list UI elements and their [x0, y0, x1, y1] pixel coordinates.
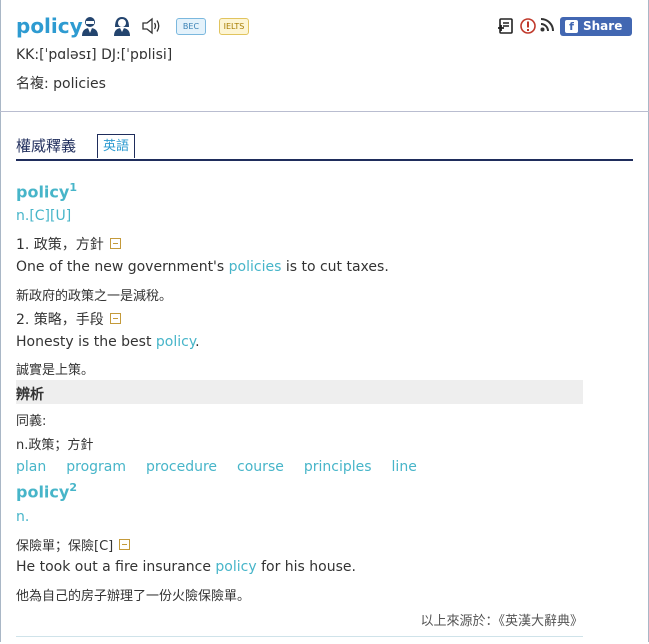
example-translation: 他為自己的房子辦理了一份火險保險單。: [16, 589, 251, 604]
bec-badge: BEC: [176, 18, 206, 35]
synonym-link[interactable]: plan: [16, 459, 46, 475]
sense-definition: 1. 政策，方針: [16, 234, 121, 254]
source-attribution: 以上來源於：《英漢大辭典》: [420, 614, 583, 629]
part-of-speech: n.[C][U]: [16, 208, 72, 224]
collapse-icon[interactable]: [109, 313, 121, 324]
headword-text: policy: [16, 182, 70, 202]
analysis-title: 辨析: [16, 387, 44, 403]
example-text: One of the new government's: [16, 259, 229, 275]
part-of-speech: n.: [16, 509, 30, 525]
add-to-wordbook-icon[interactable]: [498, 18, 514, 34]
pronunciation: KK:[ˈpɑləsɪ] DJ:[ˈpɒlisi]: [16, 47, 173, 63]
tab-english[interactable]: 英語: [97, 134, 136, 158]
sense-text: 保險單；保險[C]: [16, 539, 114, 554]
synonym-link[interactable]: program: [66, 459, 126, 475]
example-sentence: He took out a fire insurance policy for …: [16, 559, 356, 575]
rss-icon[interactable]: [540, 18, 554, 32]
sense-text: 2. 策略，手段: [16, 312, 104, 328]
example-text: He took out a fire insurance: [16, 559, 216, 575]
dictionary-tabs: 權威釋義 英語: [16, 132, 633, 161]
headword-index: 2: [69, 481, 77, 494]
sense-definition: 保險單；保險[C]: [16, 535, 131, 554]
synonym-pos: n.政策；方針: [16, 438, 94, 453]
plural-form: 名複: policies: [16, 76, 106, 92]
headword-index: 1: [69, 181, 77, 194]
authority-definition-title: 權威釋義: [16, 137, 77, 155]
word-link[interactable]: policies: [229, 259, 282, 275]
headword-title: policy: [16, 14, 83, 38]
entry-headword: policy2: [16, 481, 77, 501]
synonym-link[interactable]: course: [237, 459, 284, 475]
ielts-badge: IELTS: [219, 18, 249, 35]
synonym-link[interactable]: procedure: [146, 459, 217, 475]
report-error-icon[interactable]: [520, 18, 536, 34]
share-label: Share 0: [583, 19, 623, 52]
synonym-link[interactable]: principles: [304, 459, 372, 475]
synonym-label: 同義:: [16, 414, 47, 429]
facebook-share-button[interactable]: f Share 0: [560, 17, 632, 52]
facebook-icon: f: [565, 20, 578, 33]
speaker-icon[interactable]: [142, 17, 162, 35]
example-text: for his house.: [256, 559, 356, 575]
divider: [16, 636, 583, 637]
sense-definition: 2. 策略，手段: [16, 309, 121, 329]
word-link[interactable]: policy: [156, 334, 195, 350]
example-sentence: Honesty is the best policy.: [16, 334, 200, 350]
example-text: Honesty is the best: [16, 334, 156, 350]
male-voice-icon[interactable]: [80, 16, 100, 36]
example-translation: 新政府的政策之一是減稅。: [16, 289, 173, 304]
word-link[interactable]: policy: [215, 559, 256, 575]
sense-text: 1. 政策，方針: [16, 237, 104, 253]
collapse-icon[interactable]: [119, 539, 131, 550]
example-text: is to cut taxes.: [281, 259, 389, 275]
example-translation: 誠實是上策。: [16, 363, 95, 378]
word-header: policy BEC IELTS f Share 0 KK:[ˈpɑləsɪ]: [0, 0, 649, 112]
example-sentence: One of the new government's policies is …: [16, 259, 389, 275]
analysis-bar: 辨析: [16, 380, 583, 404]
synonym-link[interactable]: line: [392, 459, 417, 475]
entry-headword: policy1: [16, 181, 77, 201]
female-voice-icon[interactable]: [112, 16, 132, 36]
collapse-icon[interactable]: [109, 238, 121, 249]
synonym-list: plan program procedure course principles line: [16, 459, 437, 475]
example-text: .: [195, 334, 200, 350]
headword-text: policy: [16, 482, 70, 502]
